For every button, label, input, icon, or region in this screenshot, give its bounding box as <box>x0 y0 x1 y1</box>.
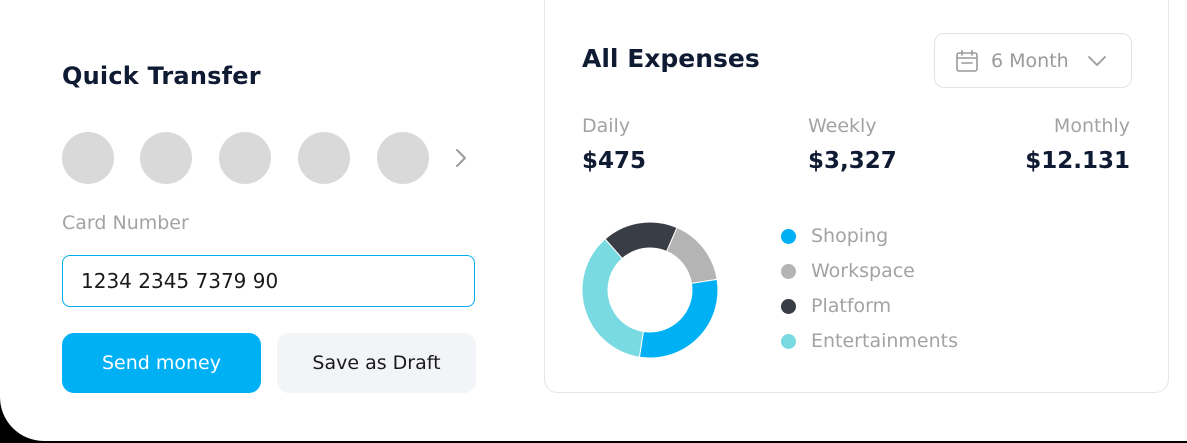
calendar-icon <box>955 49 979 73</box>
contact-avatar[interactable] <box>140 132 192 184</box>
monthly-label: Monthly <box>1053 115 1130 137</box>
legend-label-platform: Platform <box>811 295 892 317</box>
contact-avatar[interactable] <box>62 132 114 184</box>
legend-dot-platform <box>781 298 796 314</box>
contact-avatar[interactable] <box>219 132 271 184</box>
monthly-value: $12.131 <box>1025 148 1130 174</box>
card-number-label: Card Number <box>62 212 189 234</box>
donut-segment-workspace <box>666 226 718 285</box>
donut-segment-shoping <box>638 278 719 359</box>
expenses-title: All Expenses <box>582 44 760 73</box>
quick-transfer-title: Quick Transfer <box>62 62 261 90</box>
expenses-donut-chart <box>581 221 719 359</box>
legend-label-entertainments: Entertainments <box>811 330 958 352</box>
period-label: 6 Month <box>991 49 1069 72</box>
card-number-input[interactable] <box>62 255 475 307</box>
legend-item-shoping: Shoping <box>781 224 888 248</box>
save-draft-button[interactable]: Save as Draft <box>277 333 476 393</box>
legend-label-workspace: Workspace <box>811 260 915 282</box>
legend-item-workspace: Workspace <box>781 259 915 283</box>
chevron-down-icon <box>1087 55 1107 67</box>
donut-segment-entertainments <box>581 238 645 358</box>
send-money-button[interactable]: Send money <box>62 333 261 393</box>
period-dropdown[interactable]: 6 Month <box>934 33 1132 88</box>
weekly-value: $3,327 <box>808 148 897 174</box>
legend-label-shoping: Shoping <box>811 225 889 247</box>
contact-avatar[interactable] <box>298 132 350 184</box>
legend-dot-workspace <box>781 263 796 279</box>
dashboard-panel: Quick Transfer Card Number Send money Sa… <box>0 0 1187 441</box>
legend-dot-shoping <box>781 228 796 244</box>
legend-item-platform: Platform <box>781 294 891 318</box>
daily-value: $475 <box>582 148 647 174</box>
legend-item-entertainments: Entertainments <box>781 329 958 353</box>
contact-avatar[interactable] <box>377 132 429 184</box>
weekly-label: Weekly <box>808 115 877 137</box>
legend-dot-entertainments <box>781 333 796 349</box>
chevron-right-icon[interactable] <box>448 144 474 172</box>
daily-label: Daily <box>582 115 631 137</box>
